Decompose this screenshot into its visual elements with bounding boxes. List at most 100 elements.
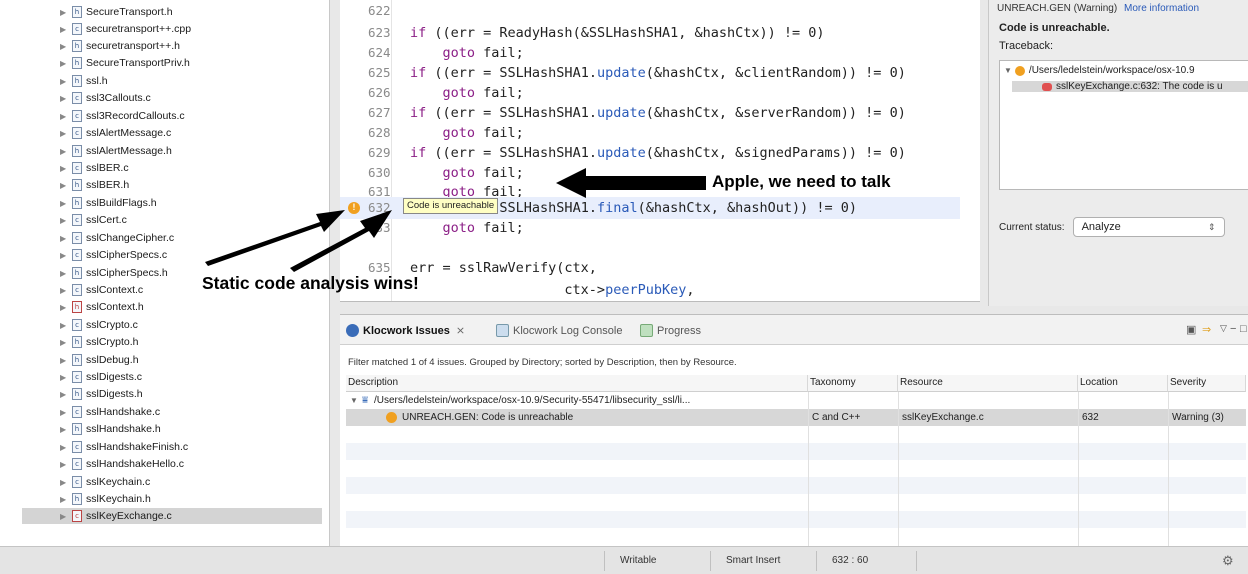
code-line[interactable]: 627 if ((err = SSLHashSHA1.update(&hashCt… bbox=[340, 102, 960, 124]
tree-item[interactable]: ▶ c sslHandshakeFinish.c bbox=[60, 439, 188, 455]
tree-item[interactable]: ▶ h sslHandshake.h bbox=[60, 421, 161, 437]
code-line[interactable]: 633 goto fail; bbox=[340, 217, 960, 239]
tree-item[interactable]: ▶ c sslCipherSpecs.c bbox=[60, 247, 167, 263]
tree-item[interactable]: ▶ h securetransport++.h bbox=[60, 38, 180, 54]
expand-arrow-icon[interactable]: ▶ bbox=[60, 408, 70, 417]
expand-arrow-icon[interactable]: ▶ bbox=[60, 425, 70, 434]
filter-icon[interactable]: ⇒ bbox=[1202, 323, 1211, 336]
code-line[interactable]: 629 if ((err = SSLHashSHA1.update(&hashCt… bbox=[340, 142, 960, 164]
expand-arrow-icon[interactable]: ▶ bbox=[60, 373, 70, 382]
tree-item[interactable]: ▶ c sslAlertMessage.c bbox=[60, 125, 171, 141]
warning-marker-icon[interactable]: ! bbox=[348, 202, 360, 214]
traceback-tree[interactable]: ▼ /Users/ledelstein/workspace/osx-10.9 s… bbox=[999, 60, 1248, 190]
expand-arrow-icon[interactable]: ▶ bbox=[60, 164, 70, 173]
view-menu-icon[interactable]: ▽ bbox=[1220, 323, 1227, 334]
column-header-resource[interactable]: Resource bbox=[898, 375, 1078, 392]
tree-item[interactable]: ▶ c sslCrypto.c bbox=[60, 317, 138, 333]
close-tab-icon[interactable]: ⨯ bbox=[456, 324, 465, 337]
expand-arrow-icon[interactable]: ▶ bbox=[60, 216, 70, 225]
expand-arrow-icon[interactable]: ▶ bbox=[60, 303, 70, 312]
tree-item-label: securetransport++.h bbox=[86, 40, 180, 52]
minimize-icon[interactable]: − bbox=[1230, 323, 1236, 335]
tab-klocwork-log-console[interactable]: Klocwork Log Console bbox=[496, 324, 622, 337]
gear-icon[interactable]: ⚙ bbox=[1222, 553, 1234, 569]
expand-arrow-icon[interactable]: ▶ bbox=[60, 112, 70, 121]
expand-arrow-icon[interactable]: ▶ bbox=[60, 286, 70, 295]
header-file-icon: h bbox=[72, 40, 82, 52]
code-line[interactable]: 622 bbox=[340, 0, 960, 22]
expand-arrow-icon[interactable]: ▶ bbox=[60, 25, 70, 34]
tree-item[interactable]: ▶ c sslCert.c bbox=[60, 212, 127, 228]
tree-item[interactable]: ▶ h SecureTransportPriv.h bbox=[60, 55, 190, 71]
expand-arrow-icon[interactable]: ▶ bbox=[60, 390, 70, 399]
code-line[interactable]: ctx->peerPubKey, bbox=[340, 279, 960, 301]
expand-arrow-icon[interactable]: ▶ bbox=[60, 478, 70, 487]
tab-progress[interactable]: Progress bbox=[640, 324, 701, 337]
tree-item[interactable]: ▶ c sslHandshakeHello.c bbox=[60, 456, 184, 472]
tree-item[interactable]: ▶ c sslKeychain.c bbox=[60, 474, 150, 490]
code-line[interactable]: 624 goto fail; bbox=[340, 42, 960, 64]
expand-arrow-icon[interactable]: ▶ bbox=[60, 59, 70, 68]
trace-item-row[interactable]: sslKeyExchange.c:632: The code is u bbox=[1012, 81, 1248, 92]
code-line[interactable]: 626 goto fail; bbox=[340, 82, 960, 104]
expand-arrow-icon[interactable]: ▶ bbox=[60, 129, 70, 138]
expand-arrow-icon[interactable]: ▶ bbox=[60, 338, 70, 347]
group-row[interactable]: ▼ ⩸ /Users/ledelstein/workspace/osx-10.9… bbox=[346, 392, 1246, 409]
code-line[interactable]: 623 if ((err = ReadyHash(&SSLHashSHA1, &h… bbox=[340, 22, 960, 44]
tree-item[interactable]: ▶ h sslContext.h bbox=[60, 299, 144, 315]
tree-item[interactable]: ▶ h ssl.h bbox=[60, 73, 108, 89]
tree-item[interactable]: ▶ c securetransport++.cpp bbox=[60, 21, 191, 37]
tree-item[interactable]: ▶ h sslBER.h bbox=[60, 177, 129, 193]
code-line[interactable]: 635 err = sslRawVerify(ctx, bbox=[340, 257, 960, 279]
expand-arrow-icon[interactable]: ▶ bbox=[60, 147, 70, 156]
expand-arrow-icon[interactable]: ▶ bbox=[60, 8, 70, 17]
expand-icon[interactable]: ▼ bbox=[1004, 66, 1012, 75]
tree-item[interactable]: ▶ c sslChangeCipher.c bbox=[60, 230, 174, 246]
expand-arrow-icon[interactable]: ▶ bbox=[60, 181, 70, 190]
tree-item[interactable]: ▶ h sslCipherSpecs.h bbox=[60, 265, 168, 281]
column-header-severity[interactable]: Severity bbox=[1168, 375, 1246, 392]
tree-item[interactable]: ▶ h sslCrypto.h bbox=[60, 334, 139, 350]
expand-arrow-icon[interactable]: ▶ bbox=[60, 443, 70, 452]
expand-arrow-icon[interactable]: ▶ bbox=[60, 234, 70, 243]
tab-klocwork-issues[interactable]: Klocwork Issues ⨯ bbox=[346, 324, 465, 337]
tree-item[interactable]: ▶ c sslHandshake.c bbox=[60, 404, 160, 420]
tree-item[interactable]: ▶ h sslDebug.h bbox=[60, 352, 139, 368]
expand-arrow-icon[interactable]: ▶ bbox=[60, 94, 70, 103]
tree-item[interactable]: ▶ c sslKeyExchange.c bbox=[22, 508, 322, 524]
column-header-description[interactable]: Description bbox=[346, 375, 808, 392]
tree-item[interactable]: ▶ h sslDigests.h bbox=[60, 386, 143, 402]
code-line[interactable]: 625 if ((err = SSLHashSHA1.update(&hashCt… bbox=[340, 62, 960, 84]
tree-item[interactable]: ▶ c ssl3RecordCallouts.c bbox=[60, 108, 185, 124]
expand-arrow-icon[interactable]: ▶ bbox=[60, 251, 70, 260]
tree-item[interactable]: ▶ h sslAlertMessage.h bbox=[60, 143, 172, 159]
trace-path-row[interactable]: ▼ /Users/ledelstein/workspace/osx-10.9 bbox=[1004, 65, 1195, 76]
tree-item[interactable]: ▶ c sslDigests.c bbox=[60, 369, 142, 385]
tree-item[interactable]: ▶ c sslContext.c bbox=[60, 282, 143, 298]
issues-table[interactable]: Description Taxonomy Resource Location S… bbox=[346, 375, 1246, 546]
tree-item[interactable]: ▶ h sslKeychain.h bbox=[60, 491, 151, 507]
expand-arrow-icon[interactable]: ▶ bbox=[60, 495, 70, 504]
tree-item[interactable]: ▶ c ssl3Callouts.c bbox=[60, 90, 151, 106]
tree-item[interactable]: ▶ c sslBER.c bbox=[60, 160, 129, 176]
expand-arrow-icon[interactable]: ▶ bbox=[60, 199, 70, 208]
code-line[interactable]: 628 goto fail; bbox=[340, 122, 960, 144]
expand-icon[interactable]: ▼ bbox=[350, 392, 358, 409]
expand-arrow-icon[interactable]: ▶ bbox=[60, 321, 70, 330]
column-header-taxonomy[interactable]: Taxonomy bbox=[808, 375, 898, 392]
expand-arrow-icon[interactable]: ▶ bbox=[60, 512, 70, 521]
status-select[interactable]: Analyze ⇕ bbox=[1072, 217, 1225, 237]
expand-arrow-icon[interactable]: ▶ bbox=[60, 269, 70, 278]
maximize-icon[interactable]: □ bbox=[1240, 323, 1247, 335]
column-header-location[interactable]: Location bbox=[1078, 375, 1168, 392]
expand-arrow-icon[interactable]: ▶ bbox=[60, 460, 70, 469]
tree-item[interactable]: ▶ h sslBuildFlags.h bbox=[60, 195, 157, 211]
copy-icon[interactable]: ▣ bbox=[1186, 323, 1196, 336]
more-information-link[interactable]: More information bbox=[1124, 3, 1199, 14]
expand-arrow-icon[interactable]: ▶ bbox=[60, 356, 70, 365]
issue-row[interactable]: UNREACH.GEN: Code is unreachable C and C… bbox=[346, 409, 1246, 426]
tree-item[interactable]: ▶ h SecureTransport.h bbox=[60, 4, 173, 20]
code-editor[interactable]: 622 623 if ((err = ReadyHash(&SSLHashSHA1,… bbox=[340, 0, 980, 302]
expand-arrow-icon[interactable]: ▶ bbox=[60, 77, 70, 86]
expand-arrow-icon[interactable]: ▶ bbox=[60, 42, 70, 51]
